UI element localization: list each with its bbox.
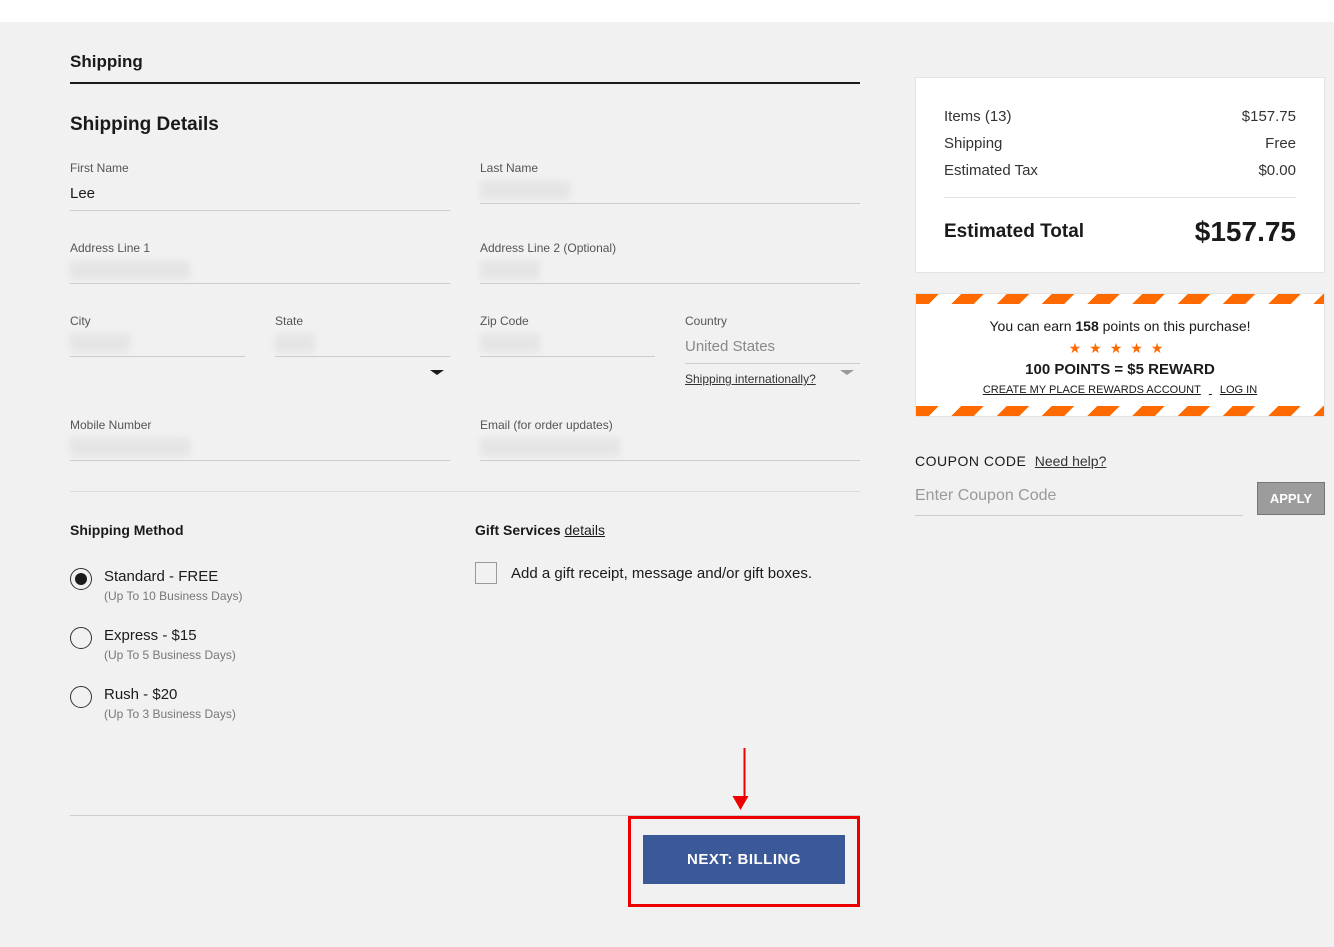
- country-label: Country: [685, 314, 860, 328]
- state-label: State: [275, 314, 450, 328]
- summary-total-label: Estimated Total: [944, 221, 1084, 243]
- annotation-arrow-icon: [740, 748, 749, 810]
- rewards-earn-text: You can earn 158 points on this purchase…: [936, 318, 1304, 334]
- stars-icon: ★★★★★: [936, 340, 1304, 357]
- gift-checkbox-label: Add a gift receipt, message and/or gift …: [511, 565, 812, 582]
- gift-details-link[interactable]: details: [565, 522, 605, 538]
- last-name-label: Last Name: [480, 161, 860, 175]
- radio-icon: [70, 568, 92, 590]
- chevron-down-icon[interactable]: [840, 370, 854, 375]
- order-summary-sidebar: Items (13) $157.75 Shipping Free Estimat…: [915, 22, 1325, 907]
- chevron-down-icon[interactable]: [430, 370, 444, 375]
- summary-shipping-value: Free: [1265, 135, 1296, 152]
- first-name-input[interactable]: [70, 181, 450, 211]
- summary-total-value: $157.75: [1195, 216, 1296, 248]
- rewards-equation: 100 POINTS = $5 REWARD: [936, 361, 1304, 378]
- apply-coupon-button[interactable]: APPLY: [1257, 482, 1325, 515]
- address2-redacted: [480, 261, 540, 279]
- coupon-code-label: COUPON CODE: [915, 453, 1026, 469]
- coupon-help-link[interactable]: Need help?: [1035, 453, 1107, 469]
- create-rewards-account-link[interactable]: CREATE MY PLACE REWARDS ACCOUNT: [983, 384, 1201, 396]
- shipping-main: Shipping Shipping Details First Name Las…: [25, 22, 860, 907]
- city-label: City: [70, 314, 245, 328]
- divider: [70, 491, 860, 492]
- zip-label: Zip Code: [480, 314, 655, 328]
- mobile-redacted: [70, 438, 190, 456]
- country-select[interactable]: [685, 334, 860, 364]
- rewards-card: You can earn 158 points on this purchase…: [915, 293, 1325, 417]
- city-redacted: [70, 334, 130, 352]
- shipping-option-express[interactable]: Express - $15 (Up To 5 Business Days): [70, 627, 455, 662]
- state-redacted: [275, 334, 315, 352]
- coupon-section: COUPON CODE Need help? APPLY: [915, 453, 1325, 516]
- shipping-option-sub: (Up To 10 Business Days): [104, 589, 243, 603]
- shipping-option-standard[interactable]: Standard - FREE (Up To 10 Business Days): [70, 568, 455, 603]
- annotation-highlight: NEXT: BILLING: [628, 816, 860, 907]
- mobile-label: Mobile Number: [70, 418, 450, 432]
- shipping-option-rush[interactable]: Rush - $20 (Up To 3 Business Days): [70, 686, 455, 721]
- address1-label: Address Line 1: [70, 241, 450, 255]
- shipping-details-title: Shipping Details: [70, 114, 860, 136]
- coupon-code-input[interactable]: [915, 481, 1243, 516]
- shipping-option-sub: (Up To 3 Business Days): [104, 707, 236, 721]
- address2-label: Address Line 2 (Optional): [480, 241, 860, 255]
- login-link[interactable]: LOG IN: [1220, 384, 1257, 396]
- last-name-redacted: [480, 181, 570, 199]
- next-billing-button[interactable]: NEXT: BILLING: [643, 835, 845, 884]
- email-redacted: [480, 438, 620, 456]
- gift-checkbox-row[interactable]: Add a gift receipt, message and/or gift …: [475, 562, 860, 584]
- section-title: Shipping: [70, 22, 860, 84]
- zip-redacted: [480, 334, 540, 352]
- radio-icon: [70, 686, 92, 708]
- shipping-option-label: Rush - $20: [104, 686, 236, 703]
- shipping-method-title: Shipping Method: [70, 522, 455, 538]
- order-summary-card: Items (13) $157.75 Shipping Free Estimat…: [915, 77, 1325, 273]
- gift-services-title: Gift Services details: [475, 522, 860, 538]
- summary-items-value: $157.75: [1242, 108, 1296, 125]
- summary-tax-label: Estimated Tax: [944, 162, 1038, 179]
- summary-items-label: Items (13): [944, 108, 1012, 125]
- radio-icon: [70, 627, 92, 649]
- shipping-option-sub: (Up To 5 Business Days): [104, 648, 236, 662]
- summary-shipping-label: Shipping: [944, 135, 1002, 152]
- shipping-internationally-link[interactable]: Shipping internationally?: [685, 372, 816, 386]
- shipping-option-label: Express - $15: [104, 627, 236, 644]
- shipping-option-label: Standard - FREE: [104, 568, 243, 585]
- first-name-label: First Name: [70, 161, 450, 175]
- address1-redacted: [70, 261, 190, 279]
- summary-tax-value: $0.00: [1258, 162, 1296, 179]
- divider: [944, 197, 1296, 198]
- checkbox-icon: [475, 562, 497, 584]
- email-label: Email (for order updates): [480, 418, 860, 432]
